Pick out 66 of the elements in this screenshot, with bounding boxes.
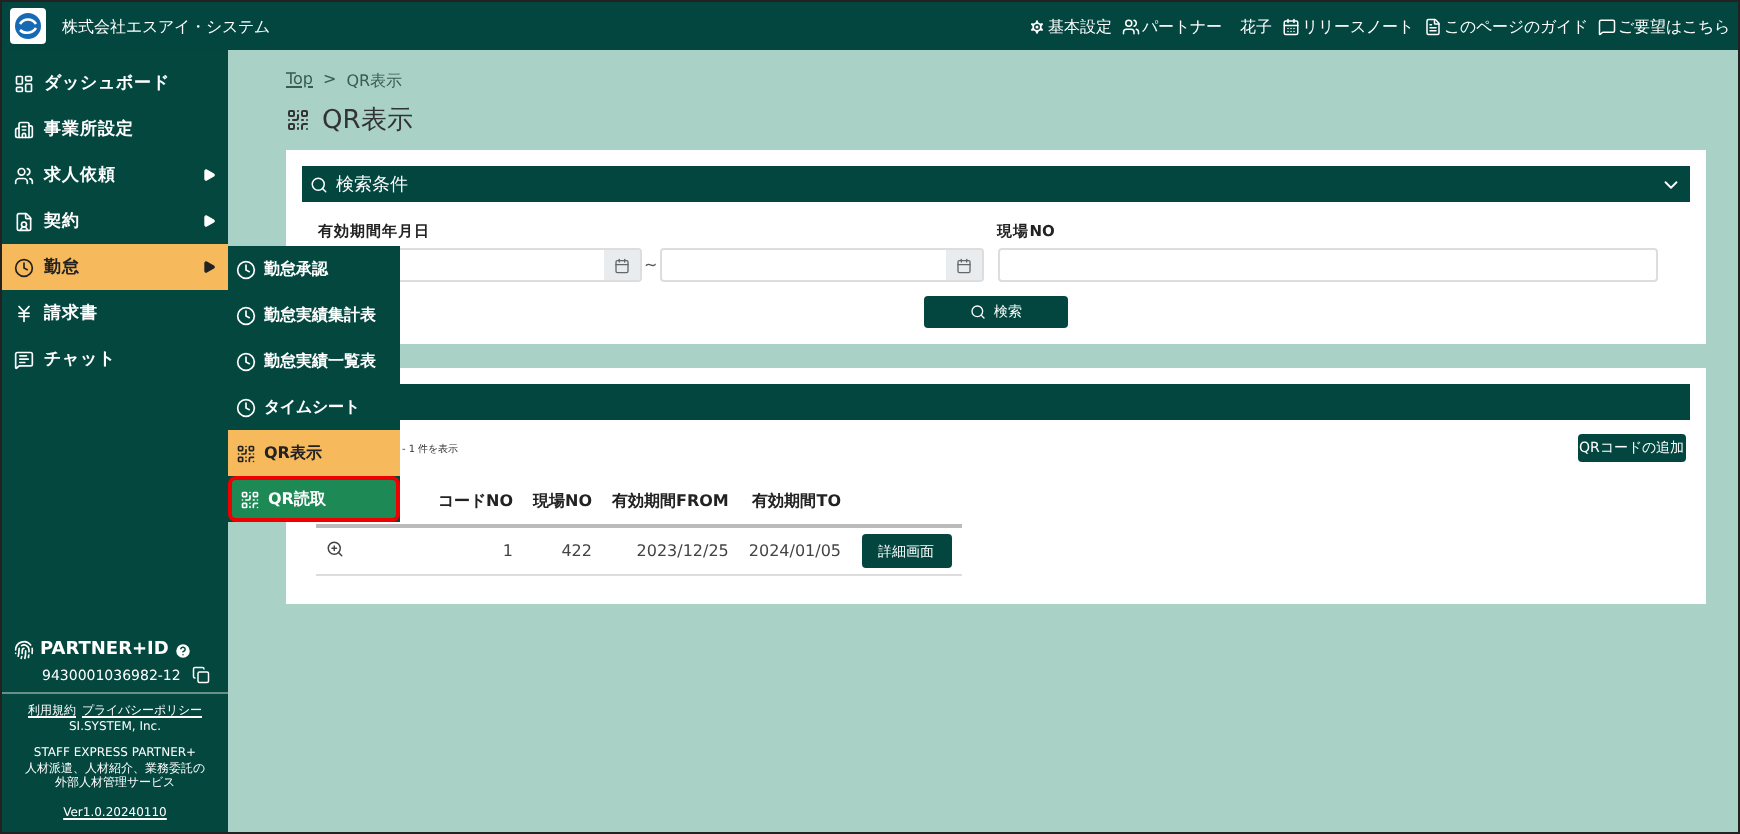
document-icon: [1424, 17, 1442, 35]
breadcrumb-current: QR表示: [346, 70, 403, 92]
logo-icon: [10, 8, 46, 44]
header-link[interactable]: パートナー: [1122, 15, 1222, 37]
search-icon: [310, 175, 328, 193]
calendar-icon: [1282, 17, 1300, 35]
site-number-field[interactable]: [997, 248, 1658, 282]
sidebar-item[interactable]: 事業所設定: [2, 106, 228, 152]
submenu-item[interactable]: 勤怠実績集計表: [228, 292, 400, 338]
partner-id-label: PARTNER+ID: [40, 640, 169, 661]
breadcrumb-link[interactable]: Top: [286, 70, 313, 92]
people-icon: [14, 165, 34, 185]
help-icon[interactable]: [174, 641, 193, 660]
chat-icon: [14, 349, 34, 369]
clock-icon: [236, 259, 256, 279]
clock-icon: [236, 305, 256, 325]
page-title: QR表示: [322, 104, 413, 138]
qr-code-icon: [240, 489, 260, 509]
submenu-item[interactable]: 勤怠実績一覧表: [228, 338, 400, 384]
company-name: 株式会社エスアイ・システム: [62, 15, 270, 37]
panel-title: 検索条件: [336, 173, 408, 197]
breadcrumb-separator: >: [323, 70, 337, 92]
calendar-icon[interactable]: [604, 250, 640, 280]
clock-icon: [236, 397, 256, 417]
qr-code-icon: [286, 108, 310, 132]
sidebar-item[interactable]: 求人依頼: [2, 152, 228, 198]
submenu-item[interactable]: QR表示: [228, 430, 400, 476]
column-header: コードNO: [428, 478, 523, 526]
table-cell: 1: [428, 526, 523, 575]
user-name[interactable]: 花子: [1240, 15, 1272, 37]
header-link[interactable]: リリースノート: [1282, 15, 1414, 37]
table-cell: 2023/12/25: [602, 526, 739, 575]
table-cell: 422: [523, 526, 602, 575]
sidebar-item[interactable]: チャット: [2, 336, 228, 382]
calendar-icon[interactable]: [945, 250, 982, 280]
submenu-item[interactable]: 勤怠承認: [228, 246, 400, 292]
dashboard-icon: [14, 73, 34, 93]
column-header: 有効期間FROM: [602, 478, 739, 526]
sidebar-item[interactable]: ダッシュボード: [2, 60, 228, 106]
column-header: 有効期間TO: [738, 478, 851, 526]
sidebar-item[interactable]: 契約: [2, 198, 228, 244]
building-icon: [14, 119, 34, 139]
search-icon: [969, 304, 986, 320]
range-separator: ~: [644, 256, 658, 274]
zoom-icon[interactable]: [326, 540, 344, 558]
sidebar-item[interactable]: 勤怠: [2, 244, 228, 290]
yen-icon: [14, 303, 34, 323]
table-cell: 2024/01/05: [738, 526, 851, 575]
date-field[interactable]: [659, 248, 984, 282]
qr-code-icon: [236, 443, 256, 463]
copy-icon[interactable]: [192, 666, 211, 685]
document-icon: [14, 211, 34, 231]
panel-header[interactable]: 検索条件: [302, 166, 1690, 202]
submenu-item[interactable]: タイムシート: [228, 384, 400, 430]
submenu-item[interactable]: QR読取: [228, 476, 400, 522]
column-header: 現場NO: [523, 478, 602, 526]
people-icon: [1122, 17, 1140, 35]
chat-icon: [1598, 17, 1616, 35]
header-link[interactable]: 基本設定: [1028, 15, 1112, 37]
clock-icon: [14, 257, 34, 277]
sidebar-item[interactable]: 請求書: [2, 290, 228, 336]
settings-icon: [1028, 17, 1046, 35]
clock-icon: [236, 351, 256, 371]
header-link[interactable]: ご要望はこちら: [1598, 15, 1730, 37]
fingerprint-icon: [14, 640, 34, 661]
header-link[interactable]: このページのガイド: [1424, 15, 1588, 37]
